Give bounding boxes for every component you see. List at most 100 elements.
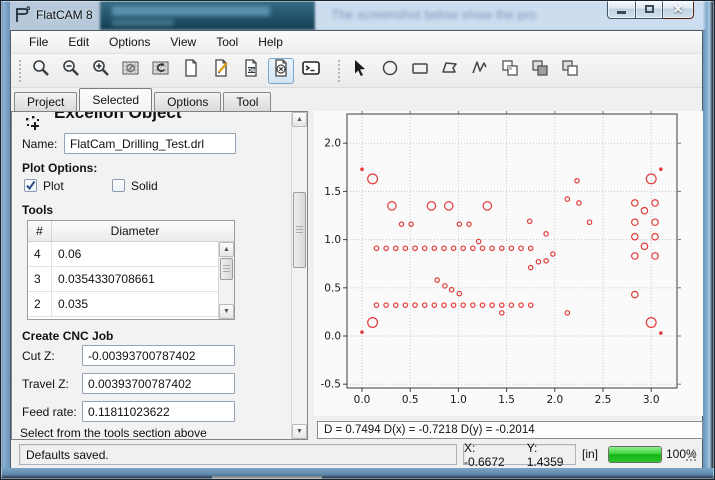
tool-row[interactable]: 30.0354330708661 — [28, 267, 234, 292]
tab-bar: ProjectSelectedOptionsTool — [14, 89, 273, 111]
svg-text:1.5: 1.5 — [324, 186, 341, 198]
drill-hole-marker — [427, 202, 435, 210]
scrollbar-thumb[interactable] — [220, 258, 233, 280]
menu-view[interactable]: View — [160, 32, 206, 52]
tools-table[interactable]: # Diameter 40.0630.035433070866120.035 ▲… — [27, 220, 235, 320]
drill-hole-marker — [442, 303, 446, 307]
subtract-button[interactable] — [557, 58, 583, 84]
cut-z-input[interactable] — [82, 345, 235, 366]
scrollbar-thumb[interactable] — [293, 192, 306, 268]
drill-hole-marker — [528, 219, 532, 223]
mouse-coordinates-box: X: -0.6672 Y: 1.4359 — [463, 444, 576, 465]
file-cancel-button[interactable] — [268, 58, 294, 84]
scroll-down-icon[interactable]: ▼ — [219, 304, 234, 319]
draw-circle-button[interactable] — [377, 58, 403, 84]
drill-hole-marker — [422, 303, 426, 307]
menu-options[interactable]: Options — [99, 32, 160, 52]
tool-diameter: 0.0354330708661 — [52, 267, 234, 291]
draw-polyline-button[interactable] — [467, 58, 493, 84]
drill-hole-marker — [646, 318, 656, 328]
drill-hole-marker — [490, 246, 494, 250]
tab-options[interactable]: Options — [154, 92, 221, 111]
drill-hole-marker — [443, 284, 447, 288]
toolbar-drag-handle[interactable] — [19, 60, 23, 82]
scroll-down-icon[interactable]: ▼ — [292, 424, 307, 439]
solid-checkbox-label[interactable]: Solid — [131, 179, 158, 193]
tool-number: 3 — [28, 267, 52, 291]
clear-plot-button[interactable] — [118, 58, 144, 84]
background-page-text: The screenshot below show the pro — [331, 7, 593, 22]
panel-scrollbar[interactable]: ▲ ▼ — [291, 112, 307, 439]
select-arrow-button[interactable] — [347, 58, 373, 84]
zoom-fit-button[interactable] — [28, 58, 54, 84]
tab-tool[interactable]: Tool — [223, 92, 271, 111]
drill-hole-marker — [529, 265, 533, 269]
feed-rate-input[interactable] — [82, 401, 235, 422]
tab-selected[interactable]: Selected — [79, 88, 152, 111]
subtract-icon — [560, 58, 580, 83]
tool-row[interactable]: 20.035 — [28, 292, 234, 317]
drill-hole-marker — [394, 303, 398, 307]
union-button[interactable] — [497, 58, 523, 84]
close-button[interactable]: ✕ — [663, 0, 694, 19]
menu-tool[interactable]: Tool — [206, 32, 248, 52]
drill-hole-marker — [409, 222, 413, 226]
travel-z-input[interactable] — [82, 373, 235, 394]
drill-hole-marker — [432, 246, 436, 250]
zoom-in-button[interactable] — [88, 58, 114, 84]
minimize-button[interactable] — [607, 0, 636, 19]
drill-hole-marker — [529, 303, 533, 307]
zoom-out-button[interactable] — [58, 58, 84, 84]
drill-hole-marker — [457, 222, 461, 226]
draw-polygon-icon — [440, 58, 460, 83]
file-new-button[interactable] — [178, 58, 204, 84]
cut-z-label: Cut Z: — [22, 349, 55, 363]
draw-polygon-button[interactable] — [437, 58, 463, 84]
drill-hole-marker — [374, 303, 378, 307]
drill-hole-marker — [652, 200, 658, 206]
maximize-button[interactable] — [636, 0, 663, 19]
drill-plot[interactable]: 0.00.51.01.52.02.53.0-0.50.00.51.01.52.0 — [314, 111, 703, 416]
command-shell-button[interactable] — [298, 58, 324, 84]
file-open-button[interactable] — [208, 58, 234, 84]
scroll-up-icon[interactable]: ▲ — [219, 242, 234, 257]
solid-checkbox[interactable] — [112, 179, 125, 192]
scroll-up-icon[interactable]: ▲ — [292, 112, 307, 127]
name-input[interactable] — [64, 133, 236, 154]
menu-help[interactable]: Help — [248, 32, 293, 52]
object-title: Excellon Object — [54, 111, 182, 123]
resize-grip-icon[interactable] — [684, 449, 698, 466]
name-label: Name: — [22, 137, 57, 151]
tool-row[interactable]: 40.06 — [28, 242, 234, 267]
tools-table-scrollbar[interactable]: ▲ ▼ — [218, 242, 234, 319]
column-header-diameter[interactable]: Diameter — [52, 221, 218, 241]
drill-hole-marker — [435, 278, 439, 282]
plot-checkbox-label[interactable]: Plot — [43, 179, 64, 193]
background-text-blur — [112, 6, 270, 16]
replot-button[interactable] — [148, 58, 174, 84]
client-area: FileEditOptionsViewToolHelp Ok ProjectSe… — [10, 30, 703, 468]
menu-edit[interactable]: Edit — [58, 32, 99, 52]
zoom-in-icon — [91, 58, 111, 83]
intersection-button[interactable] — [527, 58, 553, 84]
column-header-number[interactable]: # — [28, 221, 52, 241]
drill-hole-marker — [500, 303, 504, 307]
plot-canvas[interactable]: 0.00.51.01.52.02.53.0-0.50.00.51.01.52.0 — [314, 111, 703, 416]
drill-hole-marker — [457, 291, 461, 295]
background-text-blur — [112, 19, 174, 26]
drill-hole-marker — [403, 246, 407, 250]
draw-rectangle-button[interactable] — [407, 58, 433, 84]
menu-file[interactable]: File — [19, 32, 58, 52]
plot-checkbox[interactable] — [24, 179, 37, 192]
drill-hole-marker — [577, 201, 581, 205]
drill-hole-marker — [368, 174, 378, 184]
tab-project[interactable]: Project — [14, 92, 77, 111]
excellon-drill-icon — [24, 115, 42, 133]
drill-hole-marker — [388, 202, 396, 210]
drill-hole-marker — [500, 311, 504, 315]
drill-hole-marker — [660, 332, 662, 334]
file-ok-button[interactable]: Ok — [238, 58, 264, 84]
drill-hole-marker — [565, 311, 569, 315]
titlebar[interactable]: The screenshot below show the pro FlatCA… — [0, 0, 715, 30]
window-right-border — [703, 0, 715, 480]
